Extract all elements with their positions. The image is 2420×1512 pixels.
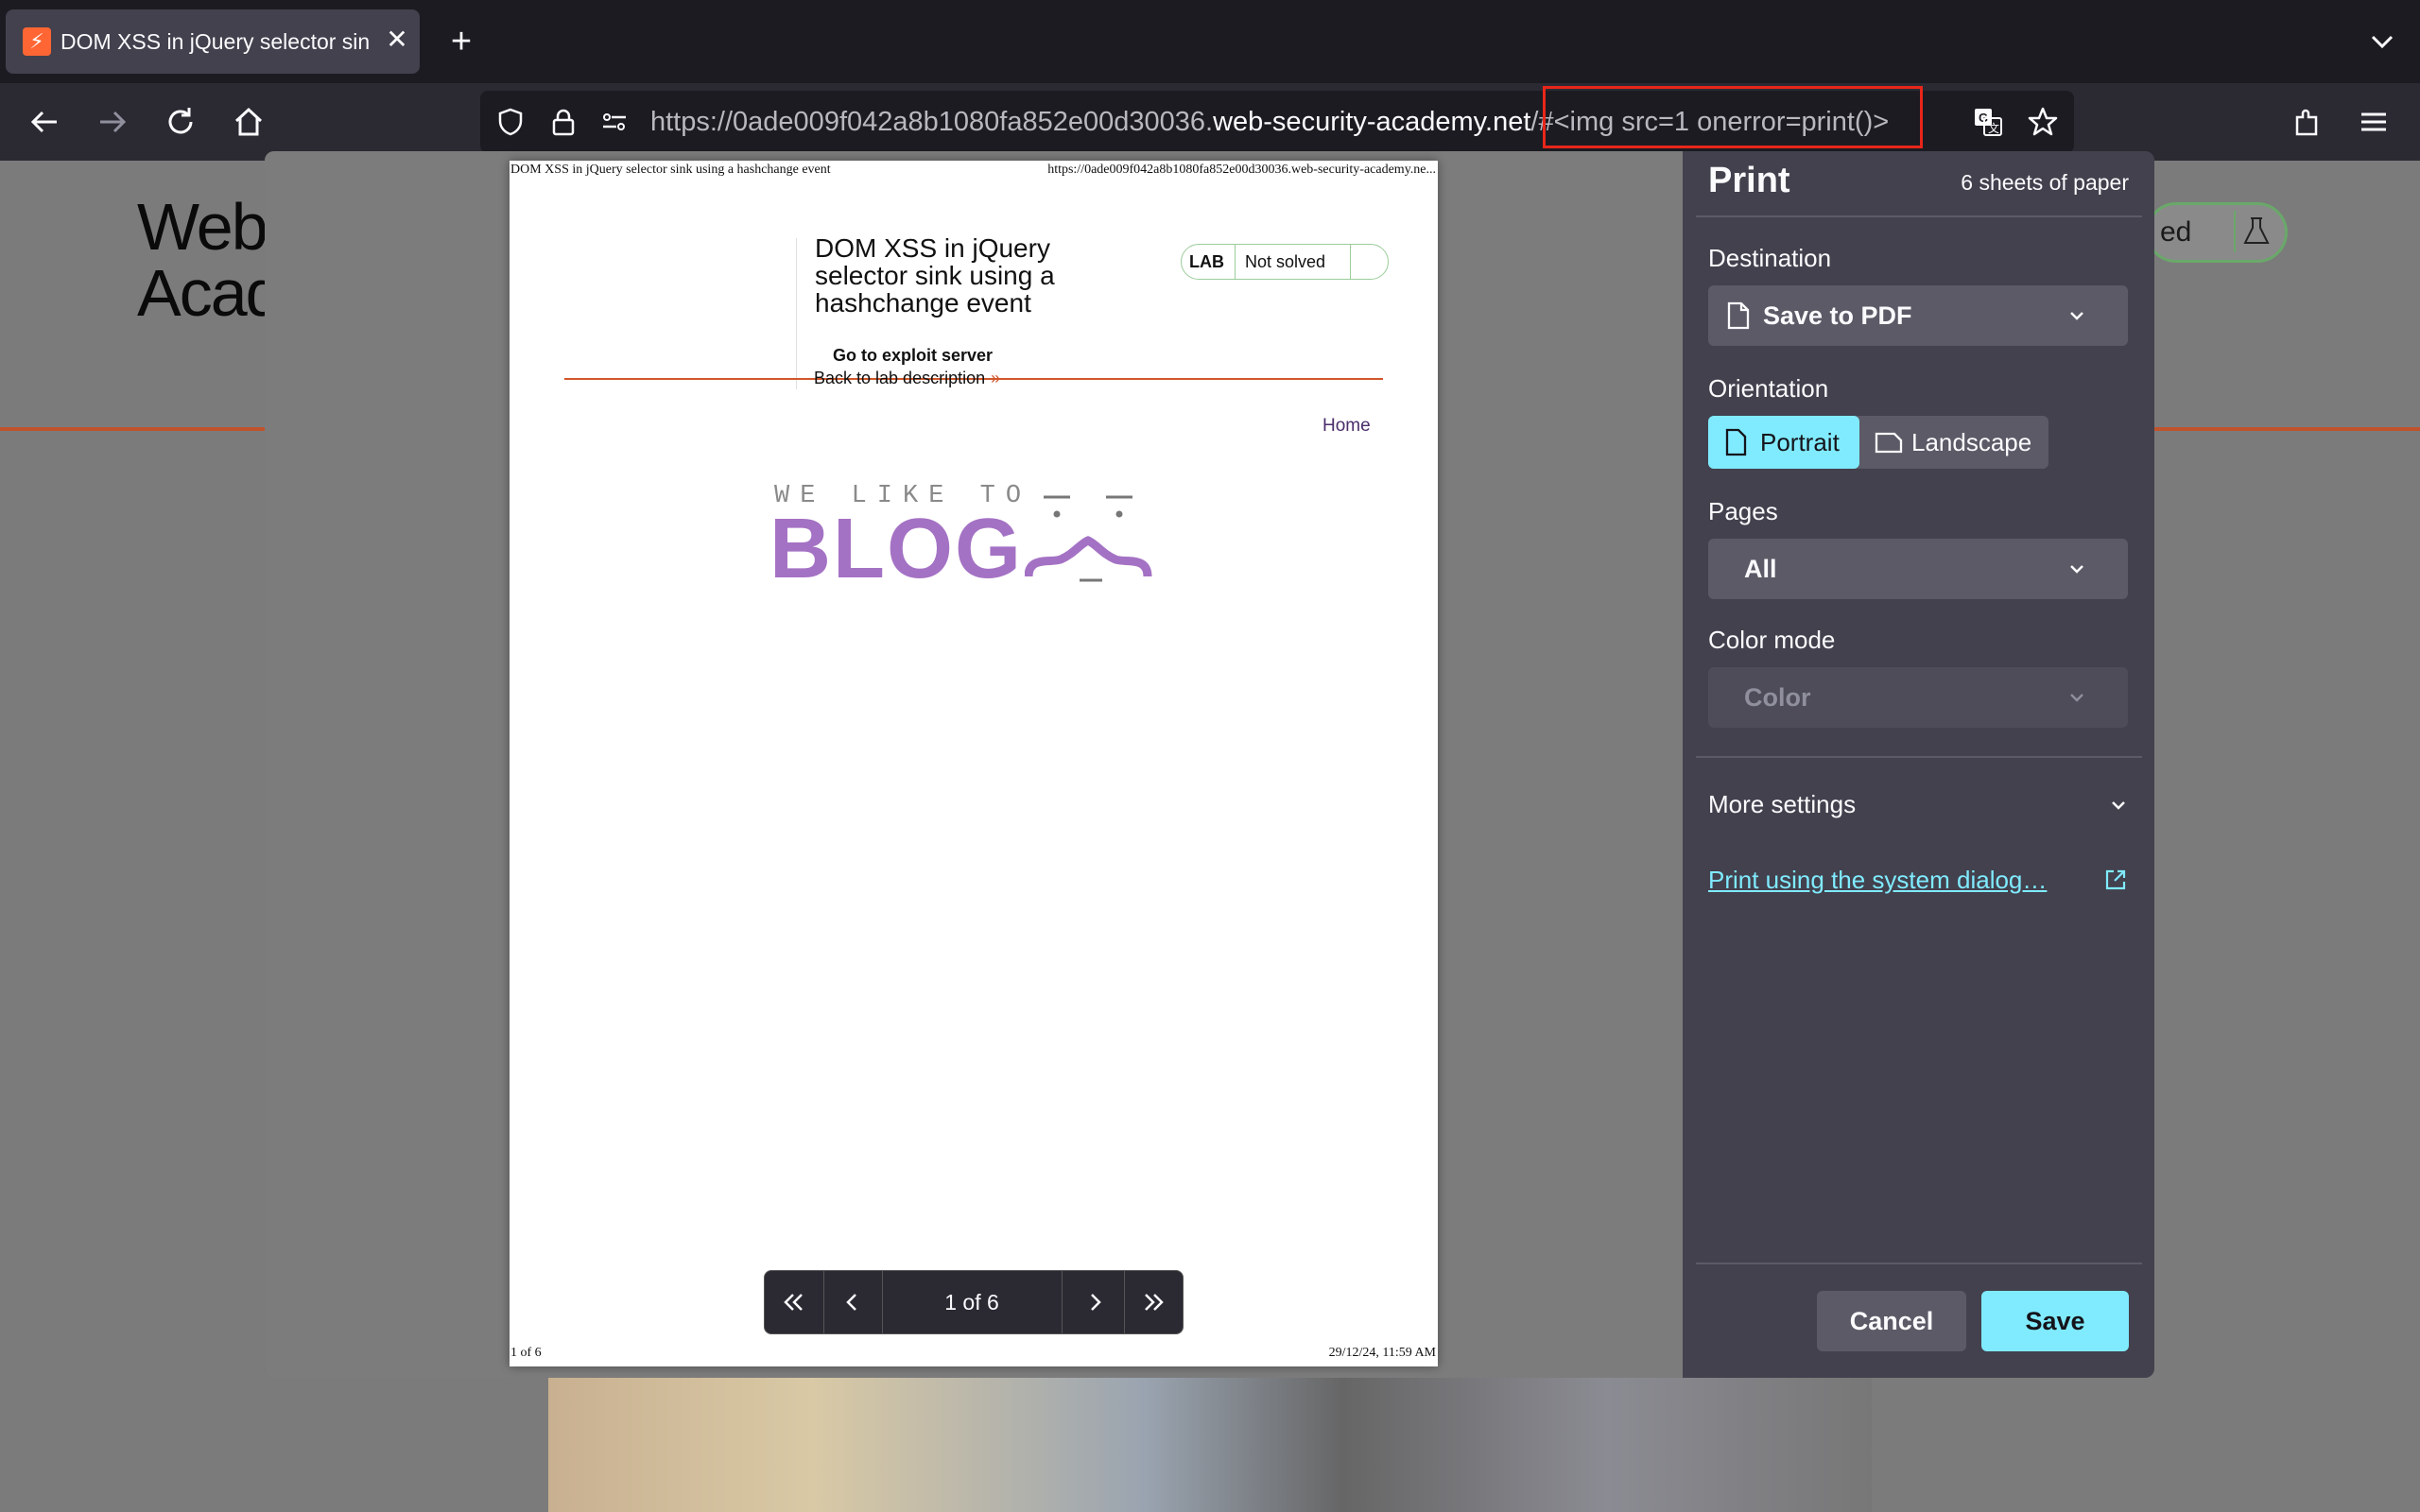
academy-logo: Web Acad xyxy=(137,190,283,330)
tab-title: DOM XSS in jQuery selector sin xyxy=(60,29,371,54)
badge-separator xyxy=(1235,245,1236,279)
color-mode-label: Color mode xyxy=(1708,626,1836,654)
document-icon xyxy=(1725,301,1752,330)
chevron-down-icon xyxy=(2109,796,2128,815)
portrait-label: Portrait xyxy=(1760,428,1840,456)
navigation-toolbar: https://0ade009f042a8b1080fa852e00d30036… xyxy=(0,83,2420,161)
url-fragment-highlight xyxy=(1543,86,1923,148)
orientation-label: Orientation xyxy=(1708,374,1829,403)
print-title: Print xyxy=(1708,161,1790,200)
next-page-icon[interactable] xyxy=(1065,1271,1124,1333)
reload-icon[interactable] xyxy=(157,98,204,146)
back-link-text: Back to lab description xyxy=(814,369,986,387)
badge-separator xyxy=(1350,245,1351,279)
home-link: Home xyxy=(1322,416,1371,436)
badge-text: ed xyxy=(2160,216,2192,248)
destination-value: Save to PDF xyxy=(1763,301,1912,330)
header-divider xyxy=(1696,215,2142,217)
landscape-page-icon xyxy=(1875,430,1903,455)
first-page-icon[interactable] xyxy=(765,1271,823,1333)
translate-icon[interactable]: G文 xyxy=(1972,106,2004,138)
chevron-down-icon xyxy=(2067,688,2086,707)
back-to-lab-link: Back to lab description » xyxy=(814,369,1000,388)
orientation-toggle: Portrait Landscape xyxy=(1708,416,2048,469)
more-settings-toggle[interactable]: More settings xyxy=(1708,784,2128,826)
double-chevron-icon: » xyxy=(991,369,1001,387)
more-settings-label: More settings xyxy=(1708,790,1857,818)
url-prefix: https://0ade009f042a8b1080fa852e00d30036… xyxy=(650,107,1214,137)
system-dialog-link[interactable]: Print using the system dialog… xyxy=(1708,866,2047,895)
url-host: web-security-academy.net xyxy=(1213,107,1531,137)
page-header-right: https://0ade009f042a8b1080fa852e00d30036… xyxy=(1047,163,1436,177)
svg-text:文: 文 xyxy=(1988,121,1999,135)
preview-pager: 1 of 6 xyxy=(764,1270,1184,1334)
settings-divider xyxy=(1696,756,2142,758)
browser-tab[interactable]: ⚡ DOM XSS in jQuery selector sin ✕ xyxy=(6,9,420,74)
cancel-button[interactable]: Cancel xyxy=(1817,1291,1966,1351)
menu-hamburger-icon[interactable] xyxy=(2350,98,2397,146)
page-footer-right: 29/12/24, 11:59 AM xyxy=(1328,1346,1436,1360)
last-page-icon[interactable] xyxy=(1124,1271,1183,1333)
flask-icon xyxy=(2234,211,2275,252)
pages-value: All xyxy=(1744,555,1777,583)
preview-page: DOM XSS in jQuery selector sink using a … xyxy=(510,161,1438,1366)
print-settings-panel: Print 6 sheets of paper Destination Save… xyxy=(1683,151,2154,1378)
lab-status: Not solved xyxy=(1245,252,1326,271)
lock-icon[interactable] xyxy=(548,107,579,137)
blog-face-icon xyxy=(1024,482,1176,595)
destination-label: Destination xyxy=(1708,244,1832,272)
lab-status-badge: LAB Not solved xyxy=(1181,244,1389,280)
page-indicator[interactable]: 1 of 6 xyxy=(882,1271,1062,1333)
new-tab-icon[interactable]: + xyxy=(444,23,478,60)
previous-page-icon[interactable] xyxy=(823,1271,882,1333)
page-footer-left: 1 of 6 xyxy=(510,1346,542,1360)
site-permissions-icon[interactable] xyxy=(599,107,630,137)
lab-title: DOM XSS in jQuery selector sink using a … xyxy=(815,233,1055,318)
star-bookmark-icon[interactable] xyxy=(2027,106,2059,138)
forward-arrow-icon[interactable] xyxy=(89,98,136,146)
print-dialog: DOM XSS in jQuery selector sink using a … xyxy=(265,151,2154,1378)
chevron-down-icon xyxy=(2067,306,2086,325)
pager-separator xyxy=(1062,1271,1063,1333)
color-mode-select: Color xyxy=(1708,667,2128,728)
destination-select[interactable]: Save to PDF xyxy=(1708,285,2128,346)
logo-line-1: Web xyxy=(137,190,268,264)
save-button[interactable]: Save xyxy=(1981,1291,2129,1351)
title-divider xyxy=(796,238,797,389)
external-link-icon[interactable] xyxy=(2103,868,2128,892)
landscape-label: Landscape xyxy=(1911,428,2032,456)
home-icon[interactable] xyxy=(225,98,272,146)
landscape-option[interactable]: Landscape xyxy=(1859,416,2048,469)
lab-favicon-icon: ⚡ xyxy=(23,27,51,56)
sheet-count: 6 sheets of paper xyxy=(1961,170,2129,195)
color-mode-value: Color xyxy=(1744,683,1811,712)
chevron-down-icon[interactable] xyxy=(2365,23,2399,60)
shield-icon[interactable] xyxy=(495,107,526,137)
portrait-page-icon xyxy=(1723,428,1748,456)
pages-select[interactable]: All xyxy=(1708,539,2128,599)
page-header-left: DOM XSS in jQuery selector sink using a … xyxy=(510,163,831,177)
logo-line-2: Acad xyxy=(137,256,283,330)
footer-divider xyxy=(1696,1263,2142,1264)
extensions-icon[interactable] xyxy=(2284,98,2331,146)
pages-label: Pages xyxy=(1708,497,1778,525)
blog-wordmark: BLOG xyxy=(769,502,1023,596)
print-preview-area: DOM XSS in jQuery selector sink using a … xyxy=(265,151,1683,1378)
tab-bar: ⚡ DOM XSS in jQuery selector sin ✕ + xyxy=(0,0,2420,83)
back-arrow-icon[interactable] xyxy=(21,98,68,146)
exploit-server-link: Go to exploit server xyxy=(833,346,994,365)
chevron-down-icon xyxy=(2067,559,2086,578)
portrait-option[interactable]: Portrait xyxy=(1708,416,1859,469)
lab-label: LAB xyxy=(1189,252,1224,271)
blog-post-image xyxy=(548,1376,1872,1512)
close-tab-icon[interactable]: ✕ xyxy=(380,23,414,57)
lab-status-badge: ed xyxy=(2146,202,2288,263)
